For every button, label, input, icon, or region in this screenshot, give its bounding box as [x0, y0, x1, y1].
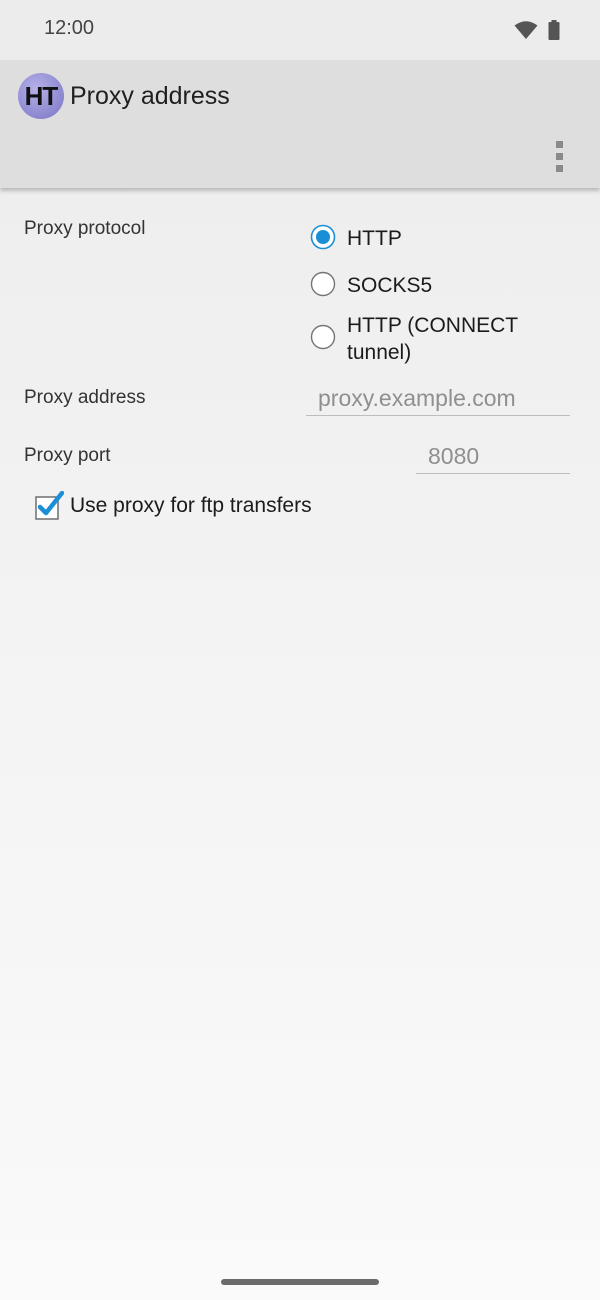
radio-label-socks5[interactable]: SOCKS5: [347, 272, 432, 299]
ftp-proxy-checkbox[interactable]: [34, 491, 64, 521]
status-bar: 12:00: [0, 0, 600, 60]
proxy-address-label: Proxy address: [24, 387, 146, 408]
proxy-port-input[interactable]: [416, 439, 570, 473]
overflow-menu-icon[interactable]: [546, 136, 574, 176]
app-logo-text: HT: [24, 80, 59, 111]
page-title: Proxy address: [70, 82, 230, 110]
proxy-address-input[interactable]: [306, 381, 570, 415]
radio-socks5[interactable]: [310, 271, 336, 297]
app-bar: [0, 60, 600, 188]
radio-label-http-connect[interactable]: HTTP (CONNECT tunnel): [347, 312, 547, 366]
proxy-protocol-label: Proxy protocol: [24, 218, 146, 239]
status-time: 12:00: [44, 17, 95, 39]
ftp-proxy-checkbox-label[interactable]: Use proxy for ftp transfers: [70, 494, 312, 518]
radio-label-http[interactable]: HTTP: [347, 225, 402, 252]
battery-icon: [548, 20, 560, 40]
radio-http[interactable]: [310, 224, 336, 250]
wifi-icon: [514, 21, 538, 39]
proxy-port-label: Proxy port: [24, 445, 111, 466]
status-icons: [514, 18, 560, 42]
app-logo: HT: [18, 73, 64, 119]
proxy-address-field[interactable]: [306, 381, 570, 416]
gesture-nav-handle[interactable]: [221, 1279, 379, 1285]
proxy-port-field[interactable]: [416, 439, 570, 474]
radio-http-connect[interactable]: [310, 324, 336, 350]
